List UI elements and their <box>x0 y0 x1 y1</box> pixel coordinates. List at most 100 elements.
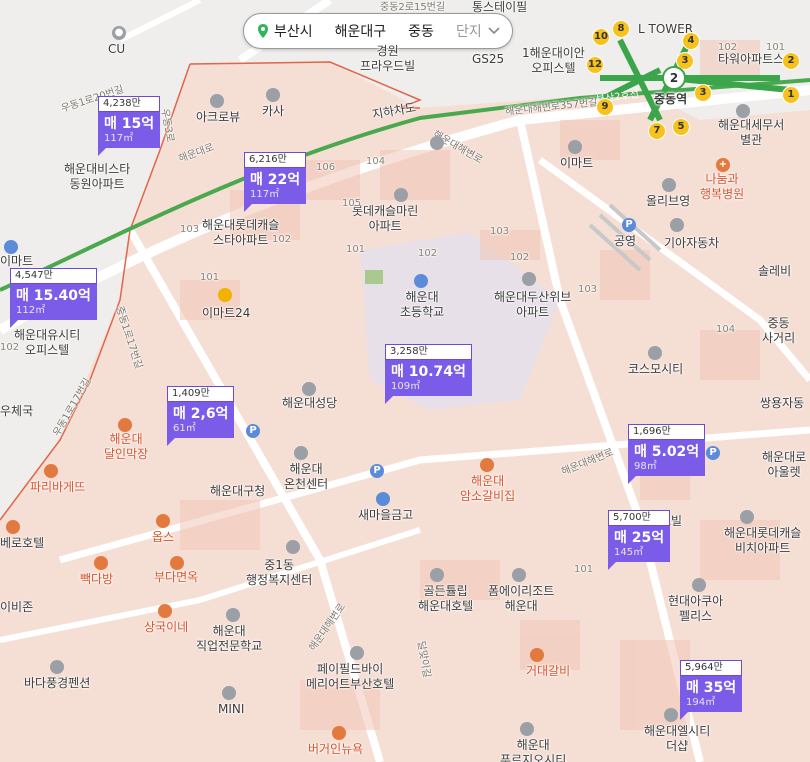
place-label[interactable]: 베로호텔 <box>0 536 44 551</box>
station-label[interactable]: 중동역 <box>654 92 687 107</box>
place-label[interactable]: 통스테이필 <box>472 0 527 15</box>
metro-exit-3b[interactable]: 3 <box>694 84 712 102</box>
place-label[interactable]: 이마트 <box>0 254 33 269</box>
place-label[interactable]: 해운대 초등학교 <box>400 290 444 320</box>
metro-exit-10[interactable]: 10 <box>592 28 610 46</box>
listing-price-per-area: 5,964만 <box>680 660 743 676</box>
hotel-icon <box>50 660 64 674</box>
place-label[interactable]: 경원 프라우드빌 <box>360 44 415 74</box>
place-label[interactable]: 나눔과 행복병원 <box>700 172 744 202</box>
building-icon <box>286 540 300 554</box>
metro-exit-12[interactable]: 12 <box>586 56 604 74</box>
breadcrumb-complex[interactable]: 단지 <box>456 21 482 41</box>
place-label[interactable]: 롯데캐슬마린 아파트 <box>352 204 418 234</box>
metro-exit-1[interactable]: 1 <box>782 86 800 104</box>
place-label[interactable]: 공영 <box>614 234 636 249</box>
place-label[interactable]: 바다풍경펜션 <box>24 676 90 691</box>
place-label[interactable]: 빽다방 <box>80 572 113 587</box>
listing-pin[interactable]: 4,238만 매 15억 117㎡ <box>98 96 161 156</box>
place-label[interactable]: 우체국 <box>0 404 33 419</box>
listing-price-per-area: 4,547만 <box>10 268 97 284</box>
place-label[interactable]: GS25 <box>472 52 504 67</box>
place-label[interactable]: CU <box>108 42 125 57</box>
place-label[interactable]: 이마트 <box>560 156 593 171</box>
listing-pin[interactable]: 5,700만 매 25억 145㎡ <box>608 510 671 570</box>
breadcrumb-dong[interactable]: 중동 <box>408 21 434 41</box>
metro-station-marker[interactable]: 2 <box>662 66 686 90</box>
place-label[interactable]: 이마트24 <box>202 306 250 321</box>
breadcrumb-district[interactable]: 해운대구 <box>335 21 387 41</box>
place-label[interactable]: 골든튤립 해운대호텔 <box>418 584 473 614</box>
place-label[interactable]: 해운대 푸르지오시티 <box>500 738 566 762</box>
hotel-icon <box>430 568 444 582</box>
metro-exit-9[interactable]: 9 <box>596 98 614 116</box>
metro-exit-5[interactable]: 5 <box>672 118 690 136</box>
listing-pin[interactable]: 5,964만 매 35억 194㎡ <box>680 660 743 720</box>
place-label[interactable]: 코스모시티 <box>628 362 683 377</box>
place-label[interactable]: 해운대롯데캐슬 스타아파트 <box>202 218 279 248</box>
place-label[interactable]: 해운대 직업전문학교 <box>196 624 262 654</box>
place-label[interactable]: 해운대엘시티 더샵 <box>644 724 710 754</box>
listing-pin[interactable]: 1,409만 매 2,6억 61㎡ <box>167 386 235 446</box>
place-label[interactable]: 페이필드바이 메리어트부산호텔 <box>306 662 394 692</box>
place-label[interactable]: 쌍용자동 <box>760 396 804 411</box>
building-icon <box>692 578 706 592</box>
place-label[interactable]: 해운대두산위브 아파트 <box>494 290 571 320</box>
location-pin-icon <box>258 24 268 38</box>
metro-exit-8[interactable]: 8 <box>612 20 630 38</box>
place-label[interactable]: 부다면옥 <box>154 570 198 585</box>
building-icon <box>394 188 408 202</box>
place-label[interactable]: 기아자동차 <box>664 236 719 251</box>
place-label[interactable]: 해운대성당 <box>282 396 337 411</box>
place-label[interactable]: 해운대롯데캐슬 비치아파트 <box>724 526 801 556</box>
restaurant-icon <box>118 418 132 432</box>
store-icon <box>662 178 676 192</box>
listing-price: 매 2,6억 <box>173 406 229 422</box>
metro-exit-4[interactable]: 4 <box>682 32 700 50</box>
map-canvas[interactable]: 부산시 해운대구 중동 단지 우동1로20번길 우동3로 해운대로 해운대해변로… <box>0 0 810 762</box>
listing-pin[interactable]: 3,258만 매 10.74억 109㎡ <box>385 344 472 404</box>
place-label[interactable]: 파리바게뜨 <box>30 480 85 495</box>
place-label[interactable]: 해운대 온천센터 <box>284 462 328 492</box>
hotel-icon <box>350 646 364 660</box>
place-label[interactable]: 솔레비 <box>758 264 791 279</box>
listing-pin[interactable]: 1,696만 매 5.02억 98㎡ <box>628 424 706 484</box>
listing-pin[interactable]: 6,216만 매 22억 117㎡ <box>244 152 307 212</box>
breadcrumb-city[interactable]: 부산시 <box>274 21 313 41</box>
store-icon <box>568 140 582 154</box>
block-number: 101 <box>574 564 594 575</box>
place-label[interactable]: 거대갈비 <box>526 664 570 679</box>
place-label[interactable]: 해운대 암소갈비집 <box>460 474 515 504</box>
place-label[interactable]: 현대아쿠아 펠리스 <box>668 594 723 624</box>
block-number: 102 <box>272 234 292 245</box>
place-label[interactable]: 해운대세무서 별관 <box>718 118 784 148</box>
place-label[interactable]: MINI <box>218 702 244 717</box>
place-label[interactable]: 버거인뉴욕 <box>308 742 363 757</box>
chevron-down-icon[interactable] <box>488 27 500 35</box>
place-label[interactable]: 1해운대이안 오피스텔 <box>522 46 585 76</box>
place-label[interactable]: 올리브영 <box>646 194 690 209</box>
place-label[interactable]: 옵스 <box>152 530 174 545</box>
place-label[interactable]: 해운대 달인막장 <box>104 432 148 462</box>
place-label[interactable]: 중동 사거리 <box>762 316 795 346</box>
listing-area: 194㎡ <box>686 697 716 708</box>
office-icon <box>736 104 750 118</box>
place-label[interactable]: 해운대로 아울렛 <box>762 450 806 480</box>
place-label[interactable]: 폼에이리조트 해운대 <box>488 584 554 614</box>
restaurant-icon <box>170 556 184 570</box>
metro-exit-2[interactable]: 2 <box>782 52 800 70</box>
place-label[interactable]: 새마을금고 <box>358 508 413 523</box>
building-icon <box>648 346 662 360</box>
listing-pin[interactable]: 4,547만 매 15.40억 112㎡ <box>10 268 97 328</box>
place-label[interactable]: 해운대구청 <box>210 484 265 499</box>
place-label[interactable]: 카사 <box>262 104 284 119</box>
metro-exit-7[interactable]: 7 <box>648 122 666 140</box>
place-label[interactable]: 아크로뷰 <box>196 110 240 125</box>
place-label[interactable]: 해운대유시티 오피스텔 <box>14 328 80 358</box>
building-icon <box>294 446 308 460</box>
place-label[interactable]: 중1동 행정복지센터 <box>246 558 312 588</box>
hotel-icon <box>512 568 526 582</box>
place-label[interactable]: 해운대비스타 동원아파트 <box>64 162 130 192</box>
place-label[interactable]: 상국이네 <box>144 620 188 635</box>
place-label[interactable]: 이비존 <box>0 600 33 615</box>
